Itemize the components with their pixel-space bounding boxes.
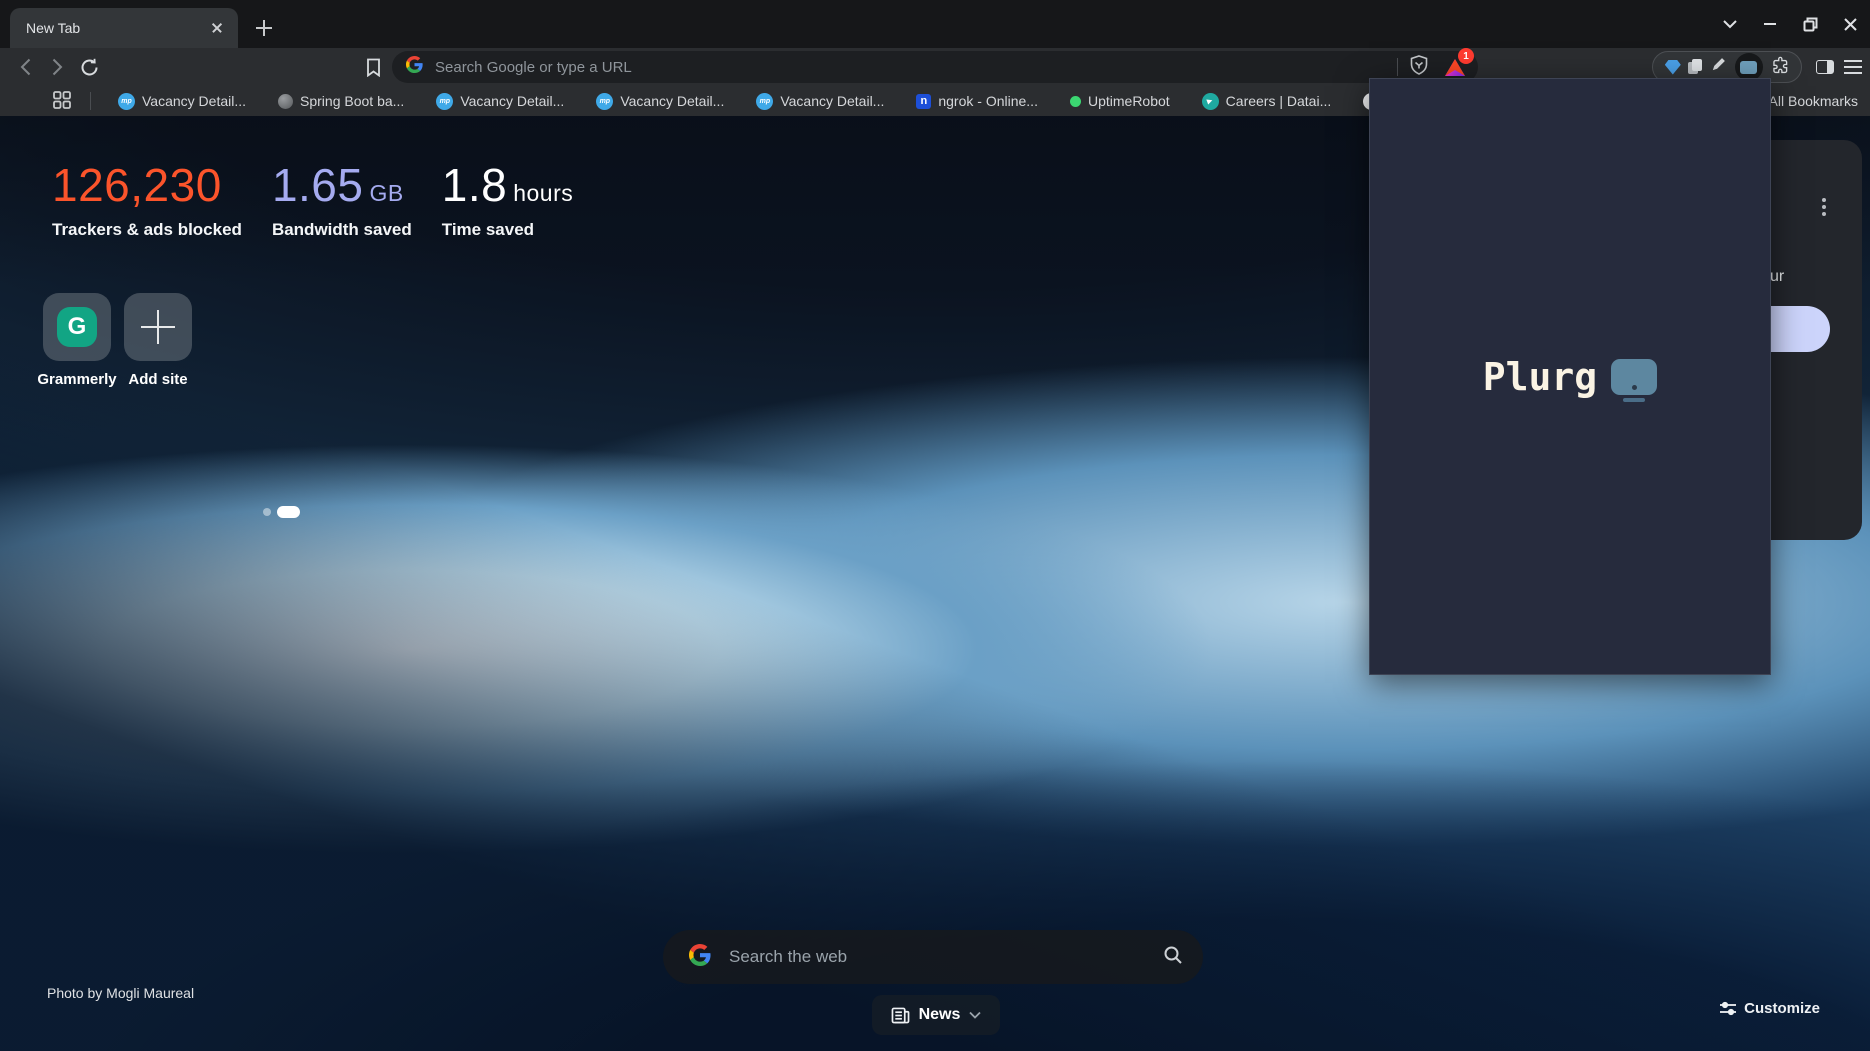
bookmark-item[interactable]: Careers | Datai...	[1193, 90, 1341, 113]
close-window-icon[interactable]	[1838, 12, 1862, 36]
bookmark-label: Vacancy Detail...	[460, 93, 564, 109]
bookmark-label: ngrok - Online...	[938, 93, 1038, 109]
tab-new-tab[interactable]: New Tab	[10, 8, 238, 48]
vacancy-favicon-icon	[436, 93, 453, 110]
pen-extension-icon[interactable]	[1710, 56, 1727, 78]
search-widget[interactable]	[663, 930, 1203, 984]
stat-time-saved: 1.8hours Time saved	[442, 158, 574, 240]
apps-grid-icon[interactable]	[52, 90, 74, 112]
divider	[90, 92, 91, 110]
search-input[interactable]	[729, 947, 1163, 967]
new-tab-button[interactable]	[252, 16, 276, 40]
bookmark-item[interactable]: Vacancy Detail...	[747, 90, 893, 113]
news-label: News	[919, 1006, 961, 1024]
sidebar-icon[interactable]	[1810, 52, 1840, 82]
bookmark-item[interactable]: Spring Boot ba...	[269, 90, 413, 112]
sliders-icon	[1720, 1001, 1736, 1016]
spring-boot-favicon-icon	[278, 94, 293, 109]
stat-label: Bandwidth saved	[272, 220, 412, 240]
vacancy-favicon-icon	[756, 93, 773, 110]
bookmark-item[interactable]: Vacancy Detail...	[427, 90, 573, 113]
search-icon[interactable]	[1163, 945, 1183, 970]
window-controls	[1718, 0, 1862, 48]
bookmark-label: Vacancy Detail...	[780, 93, 884, 109]
photo-credit: Photo by Mogli Maureal	[47, 985, 194, 1001]
brave-shield-icon[interactable]	[1410, 55, 1428, 80]
tab-title: New Tab	[26, 20, 206, 36]
back-icon[interactable]	[10, 52, 40, 82]
customize-label: Customize	[1744, 1000, 1820, 1017]
bookmark-item[interactable]: Vacancy Detail...	[109, 90, 255, 113]
news-button[interactable]: News	[872, 995, 1000, 1035]
uptimerobot-favicon-icon	[1070, 96, 1081, 107]
bookmark-label: UptimeRobot	[1088, 93, 1170, 109]
tab-bar: New Tab	[0, 0, 1870, 48]
bookmark-item[interactable]: ngrok - Online...	[907, 90, 1047, 112]
tab-search-chevron-icon[interactable]	[1718, 12, 1742, 36]
bookmark-icon[interactable]	[358, 52, 388, 82]
forward-icon[interactable]	[42, 52, 72, 82]
menu-icon[interactable]	[1838, 52, 1868, 82]
shortcut-label: Grammerly	[37, 371, 116, 388]
extensions-puzzle-icon[interactable]	[1770, 55, 1789, 79]
google-icon	[406, 56, 423, 78]
stat-value: 1.8	[442, 159, 507, 211]
stat-label: Trackers & ads blocked	[52, 220, 242, 240]
plus-icon	[141, 310, 175, 344]
stat-unit: GB	[369, 180, 403, 206]
plurg-extension-popup: Plurg	[1369, 78, 1771, 675]
grammarly-icon	[57, 307, 97, 347]
tv-icon	[1611, 359, 1657, 395]
chevron-down-icon	[969, 1011, 981, 1019]
plurg-wordmark: Plurg	[1483, 355, 1597, 399]
card-text-fragment: ur	[1770, 268, 1784, 286]
tv-icon	[1740, 61, 1757, 74]
plurg-logo: Plurg	[1483, 355, 1657, 399]
add-site-button[interactable]: Add site	[124, 293, 192, 388]
tab-close-icon[interactable]	[206, 17, 228, 39]
newspaper-icon	[891, 1007, 910, 1024]
bookmark-item[interactable]: Vacancy Detail...	[587, 90, 733, 113]
stat-trackers-blocked: 126,230 Trackers & ads blocked	[52, 158, 242, 240]
bookmark-label: Careers | Datai...	[1226, 93, 1332, 109]
stat-label: Time saved	[442, 220, 574, 240]
stat-unit: hours	[513, 180, 573, 206]
stat-value: 1.65	[272, 159, 364, 211]
shortcut-label: Add site	[128, 371, 187, 388]
brave-rewards-icon[interactable]: 1	[1442, 55, 1468, 79]
stat-value: 126,230	[52, 159, 222, 211]
shortcut-grammerly[interactable]: Grammerly	[43, 293, 111, 388]
minimize-icon[interactable]	[1758, 12, 1782, 36]
vacancy-favicon-icon	[118, 93, 135, 110]
restore-icon[interactable]	[1798, 12, 1822, 36]
copy-extension-icon[interactable]	[1688, 59, 1702, 75]
bookmark-label: Vacancy Detail...	[620, 93, 724, 109]
wallpaper-carousel-indicator	[263, 506, 300, 518]
stat-bandwidth-saved: 1.65GB Bandwidth saved	[272, 158, 412, 240]
ngrok-favicon-icon	[916, 94, 931, 109]
carousel-dot-active[interactable]	[277, 506, 300, 518]
kebab-menu-icon[interactable]	[1822, 198, 1826, 202]
all-bookmarks-button[interactable]: All Bookmarks	[1769, 86, 1858, 116]
bookmark-label: Vacancy Detail...	[142, 93, 246, 109]
gem-extension-icon[interactable]	[1665, 60, 1681, 75]
google-icon	[689, 944, 711, 971]
top-sites: Grammerly Add site	[43, 293, 192, 388]
carousel-dot[interactable]	[263, 508, 271, 516]
url-input[interactable]	[435, 59, 1385, 76]
plurg-extension-icon[interactable]	[1735, 53, 1763, 81]
dataiku-favicon-icon	[1202, 93, 1219, 110]
reload-icon[interactable]	[74, 52, 104, 82]
customize-button[interactable]: Customize	[1720, 1000, 1820, 1017]
bookmark-label: Spring Boot ba...	[300, 93, 404, 109]
rewards-badge: 1	[1458, 48, 1474, 64]
divider	[1397, 58, 1398, 76]
vacancy-favicon-icon	[596, 93, 613, 110]
bookmark-item[interactable]: UptimeRobot	[1061, 90, 1179, 112]
address-bar[interactable]: 1	[392, 51, 1478, 83]
shields-stats: 126,230 Trackers & ads blocked 1.65GB Ba…	[52, 158, 573, 240]
browser-window: New Tab	[0, 0, 1870, 1051]
